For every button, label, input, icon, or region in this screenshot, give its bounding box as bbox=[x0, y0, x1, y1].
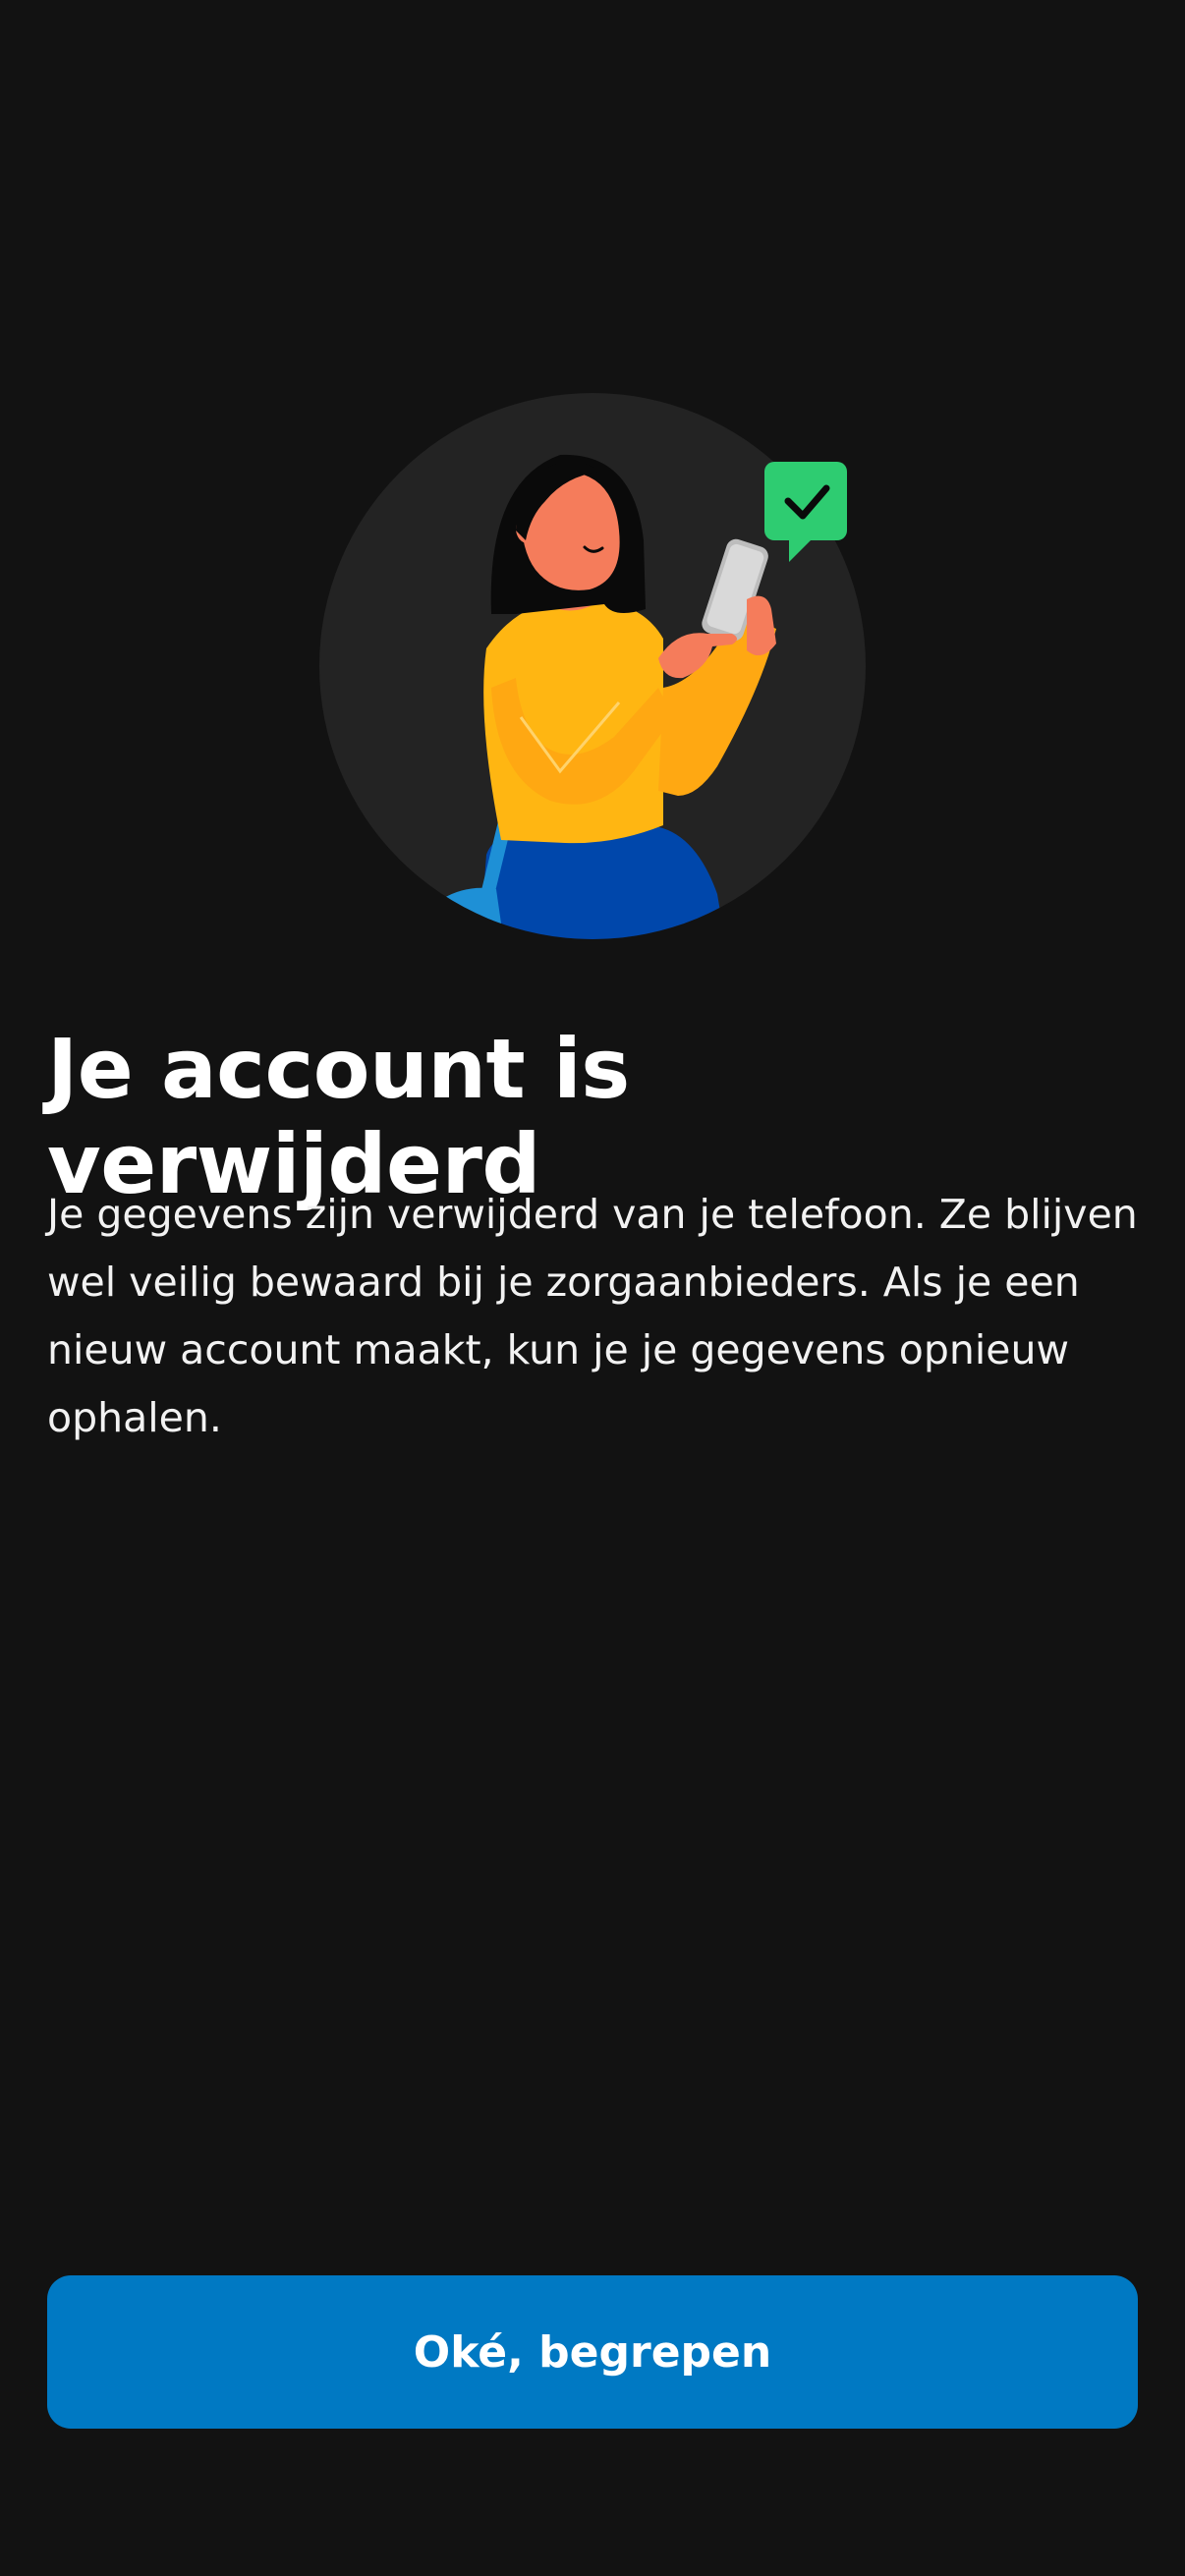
description-text: Je gegevens zijn verwijderd van je telef… bbox=[47, 1191, 1138, 1441]
person-with-phone-illustration bbox=[319, 393, 867, 943]
account-deleted-screen: Je account is verwijderd Je gegevens zij… bbox=[0, 0, 1185, 2576]
ok-understood-button[interactable]: Oké, begrepen bbox=[47, 2275, 1138, 2429]
